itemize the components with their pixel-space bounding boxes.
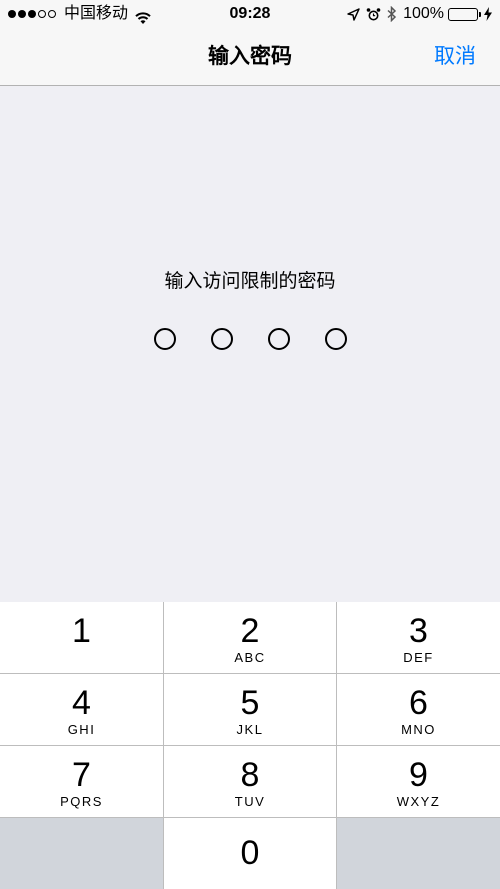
key-number: 7 xyxy=(72,756,91,794)
passcode-prompt: 输入访问限制的密码 xyxy=(164,271,336,292)
key-letters: MNO xyxy=(401,722,436,737)
key-letters: GHI xyxy=(67,722,96,737)
key-number: 1 xyxy=(72,612,91,650)
key-number: 2 xyxy=(240,612,260,650)
status-bar: 中国移动 09:28 100% xyxy=(0,0,500,28)
key-7[interactable]: 7 PQRS xyxy=(0,746,163,817)
key-number: 0 xyxy=(240,834,260,872)
passcode-dot xyxy=(267,328,290,350)
location-arrow-icon xyxy=(347,7,360,21)
key-9[interactable]: 9 WXYZ xyxy=(337,746,500,817)
passcode-dot xyxy=(324,328,347,350)
alarm-icon xyxy=(366,7,381,22)
page-title: 输入密码 xyxy=(208,45,292,68)
bluetooth-icon xyxy=(387,6,397,22)
passcode-indicator xyxy=(0,328,500,350)
key-4[interactable]: 4 GHI xyxy=(0,674,163,745)
key-1[interactable]: 1 xyxy=(0,602,163,673)
passcode-dot xyxy=(210,328,233,350)
key-number: 5 xyxy=(240,684,260,722)
passcode-dot xyxy=(153,328,176,350)
key-8[interactable]: 8 TUV xyxy=(164,746,336,817)
status-right: 100% xyxy=(341,0,492,28)
key-6[interactable]: 6 MNO xyxy=(337,674,500,745)
key-letters: JKL xyxy=(236,722,264,737)
key-0[interactable]: 0 xyxy=(164,818,336,889)
key-number: 4 xyxy=(72,684,91,722)
key-5[interactable]: 5 JKL xyxy=(164,674,336,745)
key-2[interactable]: 2 ABC xyxy=(164,602,336,673)
charging-icon xyxy=(484,7,492,21)
key-3[interactable]: 3 DEF xyxy=(337,602,500,673)
numeric-keypad: 1 2 ABC 3 DEF 4 GHI 5 JKL 6 MNO 7 PQRS 8… xyxy=(0,602,500,889)
battery-percent: 100% xyxy=(403,5,444,22)
key-letters: WXYZ xyxy=(396,794,441,809)
key-number: 9 xyxy=(409,756,428,794)
key-letters: ABC xyxy=(234,650,266,665)
key-letters: TUV xyxy=(234,794,266,809)
key-number: 8 xyxy=(240,756,260,794)
key-letters: DEF xyxy=(403,650,434,665)
key-number: 6 xyxy=(409,684,428,722)
nav-bar: 输入密码 取消 xyxy=(0,28,500,86)
cancel-button[interactable]: 取消 xyxy=(434,28,476,85)
key-blank xyxy=(0,818,163,889)
battery-icon xyxy=(448,7,481,21)
delete-key-area xyxy=(337,818,500,889)
key-number: 3 xyxy=(409,612,428,650)
key-letters: PQRS xyxy=(60,794,103,809)
